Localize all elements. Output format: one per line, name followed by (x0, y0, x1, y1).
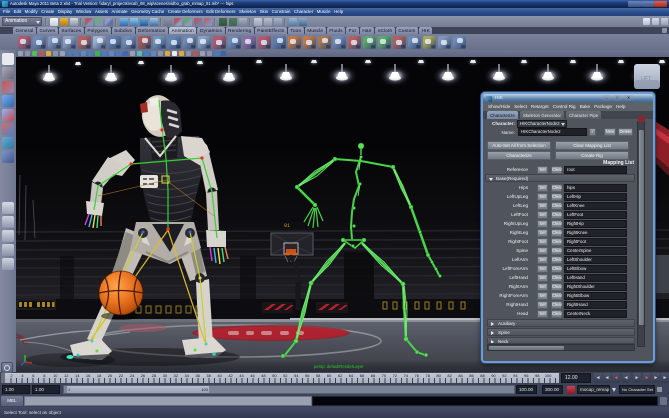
svg-text:persp: defaultRenderLayer: persp: defaultRenderLayer (314, 364, 364, 369)
svg-text:LIFT: LIFT (641, 76, 651, 82)
svg-text:01: 01 (284, 223, 290, 229)
